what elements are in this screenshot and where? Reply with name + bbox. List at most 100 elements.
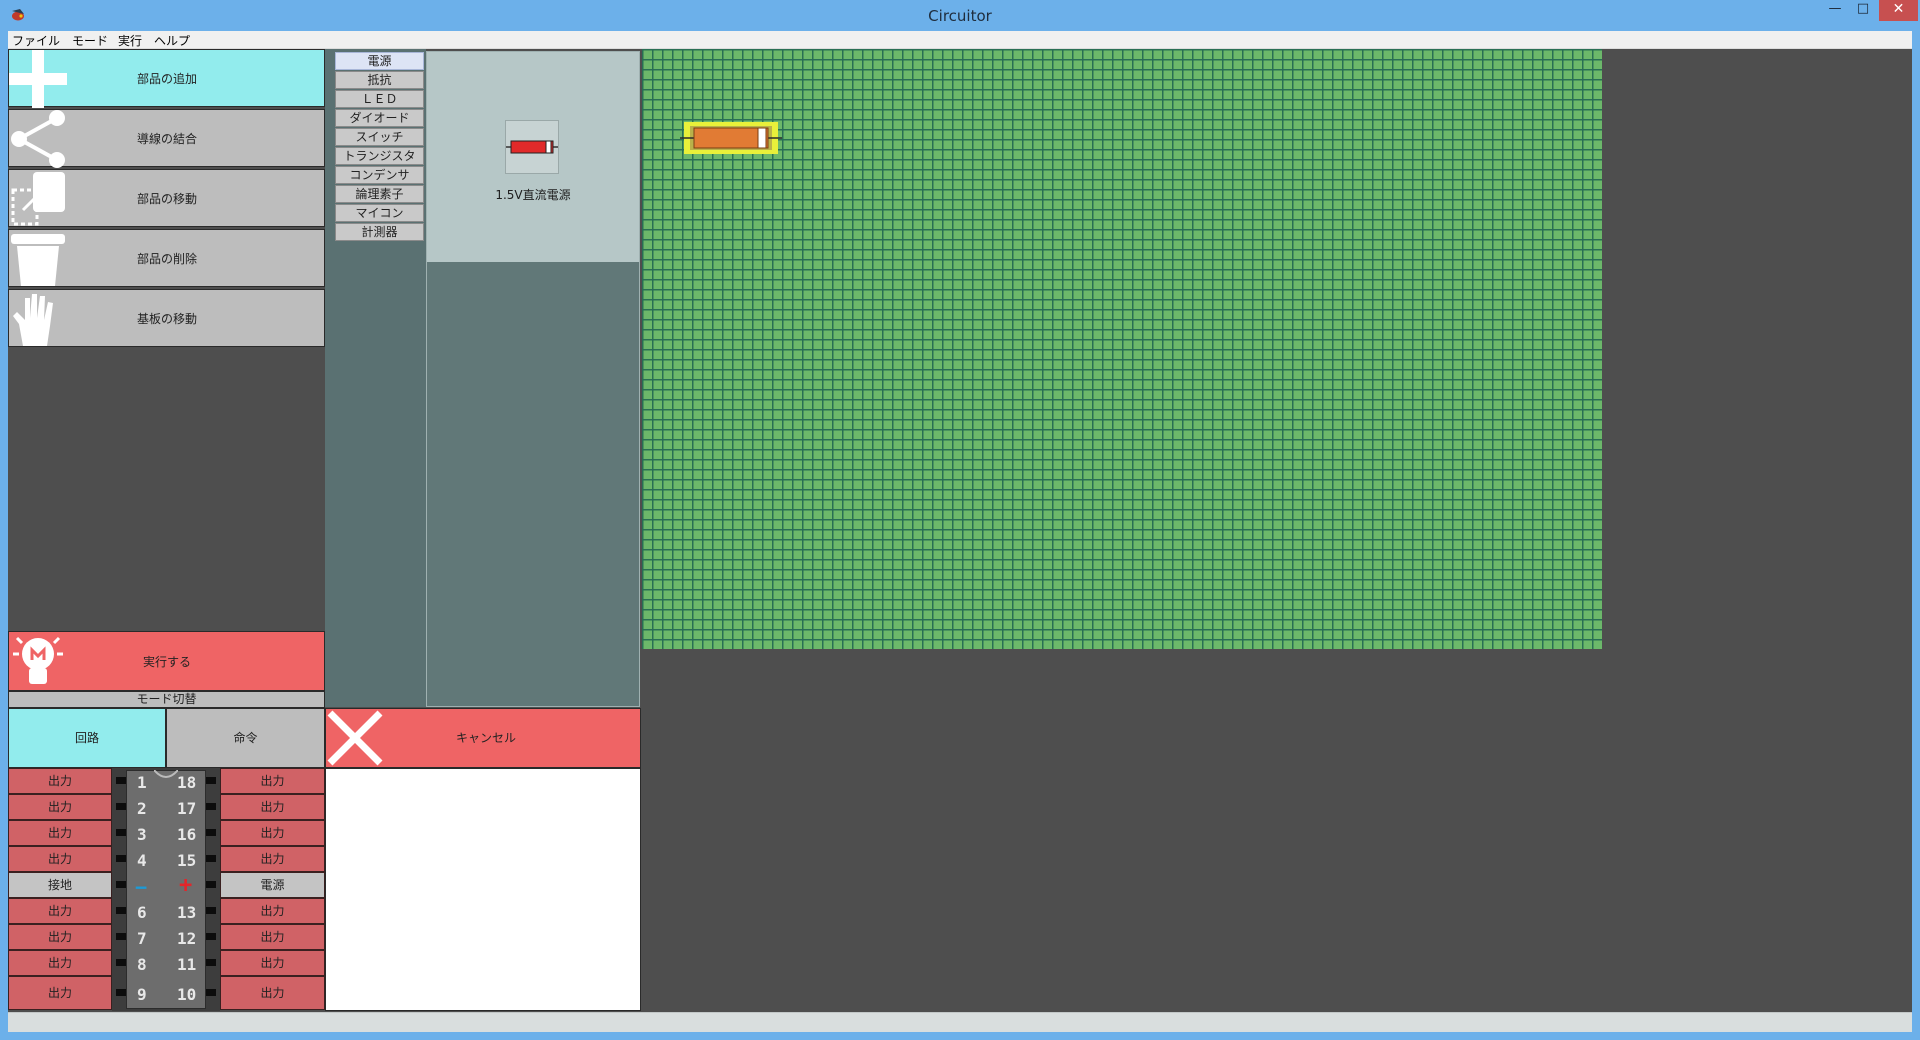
microcontroller-pin-panel: 出力 出力 出力 出力 接地 出力 出力 出力 出力 出力 出力 出力 出力 電…	[8, 768, 325, 1011]
minimize-button[interactable]: —	[1821, 0, 1849, 21]
circuit-board[interactable]	[642, 49, 1602, 649]
battery-icon	[506, 140, 558, 154]
menu-bar: ファイル モード 実行 ヘルプ	[8, 31, 1912, 49]
chip-pin-number: 7	[137, 929, 147, 948]
tool-label: 部品の追加	[136, 72, 197, 86]
tab-transistor[interactable]: トランジスタ	[335, 147, 424, 165]
mode-circuit-button[interactable]: 回路	[8, 708, 166, 768]
chip-pin-number: 10	[177, 985, 197, 1004]
tab-meter[interactable]: 計測器	[335, 223, 424, 241]
tool-label: 導線の結合	[136, 132, 197, 146]
chip-leg	[206, 959, 216, 966]
pin-left-9[interactable]: 出力	[8, 976, 112, 1010]
plus-icon	[9, 50, 67, 108]
hand-icon	[13, 294, 53, 346]
menu-help[interactable]: ヘルプ	[154, 32, 190, 49]
chip-leg	[116, 777, 126, 784]
chip-pin-number: 1	[137, 773, 147, 792]
chip-pin-number: 4	[137, 851, 147, 870]
window-title: Circuitor	[928, 7, 992, 25]
chip-leg	[116, 959, 126, 966]
chip-leg	[206, 989, 216, 996]
menu-mode[interactable]: モード	[72, 32, 108, 49]
tool-move-board[interactable]: 基板の移動	[8, 289, 325, 347]
app-window: Circuitor — □ ✕ ファイル モード 実行 ヘルプ 部品の追加 導線…	[0, 0, 1920, 1040]
tab-switch[interactable]: スイッチ	[335, 128, 424, 146]
menu-file[interactable]: ファイル	[12, 32, 60, 49]
run-button[interactable]: 実行する	[8, 631, 325, 691]
pin-right-13[interactable]: 出力	[220, 898, 325, 924]
chip-leg	[206, 855, 216, 862]
status-bar	[8, 1012, 1912, 1032]
chip-ground-marker: −	[135, 875, 148, 899]
mode-switch-label: モード切替	[8, 691, 325, 708]
chip-pin-number: 11	[177, 955, 197, 974]
pin-right-11[interactable]: 出力	[220, 950, 325, 976]
chip-pin-number: 12	[177, 929, 197, 948]
close-button[interactable]: ✕	[1879, 0, 1918, 21]
tab-resistor[interactable]: 抵抗	[335, 71, 424, 89]
pin-left-4[interactable]: 出力	[8, 846, 112, 872]
tab-power[interactable]: 電源	[335, 52, 424, 70]
maximize-button[interactable]: □	[1849, 0, 1877, 21]
pin-right-10[interactable]: 出力	[220, 976, 325, 1010]
client-area: 部品の追加 導線の結合 部品の移動 部品の削除 基板の移動 実行する モード切替…	[8, 49, 1912, 1012]
chip-leg	[206, 881, 216, 888]
trash-icon	[11, 234, 65, 286]
pin-left-8[interactable]: 出力	[8, 950, 112, 976]
pin-right-17[interactable]: 出力	[220, 794, 325, 820]
pin-left-1[interactable]: 出力	[8, 768, 112, 794]
chip-leg	[206, 907, 216, 914]
mode-command-button[interactable]: 命令	[166, 708, 325, 768]
tool-add-part[interactable]: 部品の追加	[8, 49, 325, 108]
chip-pin-number: 9	[137, 985, 147, 1004]
pin-right-12[interactable]: 出力	[220, 924, 325, 950]
pin-right-18[interactable]: 出力	[220, 768, 325, 794]
cancel-label: キャンセル	[455, 731, 516, 745]
microcontroller-chip: 1 2 3 4 − 6 7 8 9 18 17 16 15 + 13 12 11…	[112, 768, 220, 1011]
chip-leg	[116, 989, 126, 996]
tab-led[interactable]: ＬＥＤ	[335, 90, 424, 108]
chip-leg	[116, 803, 126, 810]
chip-body: 1 2 3 4 − 6 7 8 9 18 17 16 15 + 13 12 11…	[126, 770, 206, 1009]
tool-label: 基板の移動	[136, 312, 197, 326]
chip-power-marker: +	[179, 873, 193, 898]
chip-pin-number: 16	[177, 825, 197, 844]
x-icon	[327, 710, 383, 766]
run-label: 実行する	[142, 655, 191, 669]
info-area	[325, 768, 641, 1011]
part-name: 1.5V直流電源	[495, 188, 571, 202]
chip-leg	[206, 933, 216, 940]
tool-move-part[interactable]: 部品の移動	[8, 169, 325, 227]
tab-capacitor[interactable]: コンデンサ	[335, 166, 424, 184]
tab-diode[interactable]: ダイオード	[335, 109, 424, 127]
lightbulb-icon	[13, 636, 63, 684]
pin-right-15[interactable]: 出力	[220, 846, 325, 872]
chip-pin-number: 2	[137, 799, 147, 818]
pin-left-3[interactable]: 出力	[8, 820, 112, 846]
title-bar[interactable]: Circuitor — □ ✕	[0, 0, 1920, 31]
tool-delete-part[interactable]: 部品の削除	[8, 229, 325, 287]
pin-left-2[interactable]: 出力	[8, 794, 112, 820]
tool-connect-wire[interactable]: 導線の結合	[8, 109, 325, 168]
tab-logic-element[interactable]: 論理素子	[335, 185, 424, 203]
cancel-button[interactable]: キャンセル	[325, 708, 641, 768]
chip-pin-number: 6	[137, 903, 147, 922]
tab-microcontroller[interactable]: マイコン	[335, 204, 424, 222]
part-item-battery[interactable]: 1.5V直流電源	[427, 52, 639, 262]
pin-right-16[interactable]: 出力	[220, 820, 325, 846]
pin-left-ground: 接地	[8, 872, 112, 898]
board-grid[interactable]	[642, 49, 1602, 649]
chip-leg	[116, 855, 126, 862]
tool-label: 部品の移動	[136, 192, 197, 206]
category-tab-panel: 電源 抵抗 ＬＥＤ ダイオード スイッチ トランジスタ コンデンサ 論理素子 マ…	[325, 49, 426, 707]
pin-right-power: 電源	[220, 872, 325, 898]
tool-label: 部品の削除	[136, 252, 197, 266]
chip-pin-number: 8	[137, 955, 147, 974]
pin-left-6[interactable]: 出力	[8, 898, 112, 924]
menu-run[interactable]: 実行	[118, 32, 142, 49]
chip-pin-number: 18	[177, 773, 197, 792]
chip-leg	[206, 777, 216, 784]
placed-battery-part[interactable]	[680, 122, 782, 154]
pin-left-7[interactable]: 出力	[8, 924, 112, 950]
